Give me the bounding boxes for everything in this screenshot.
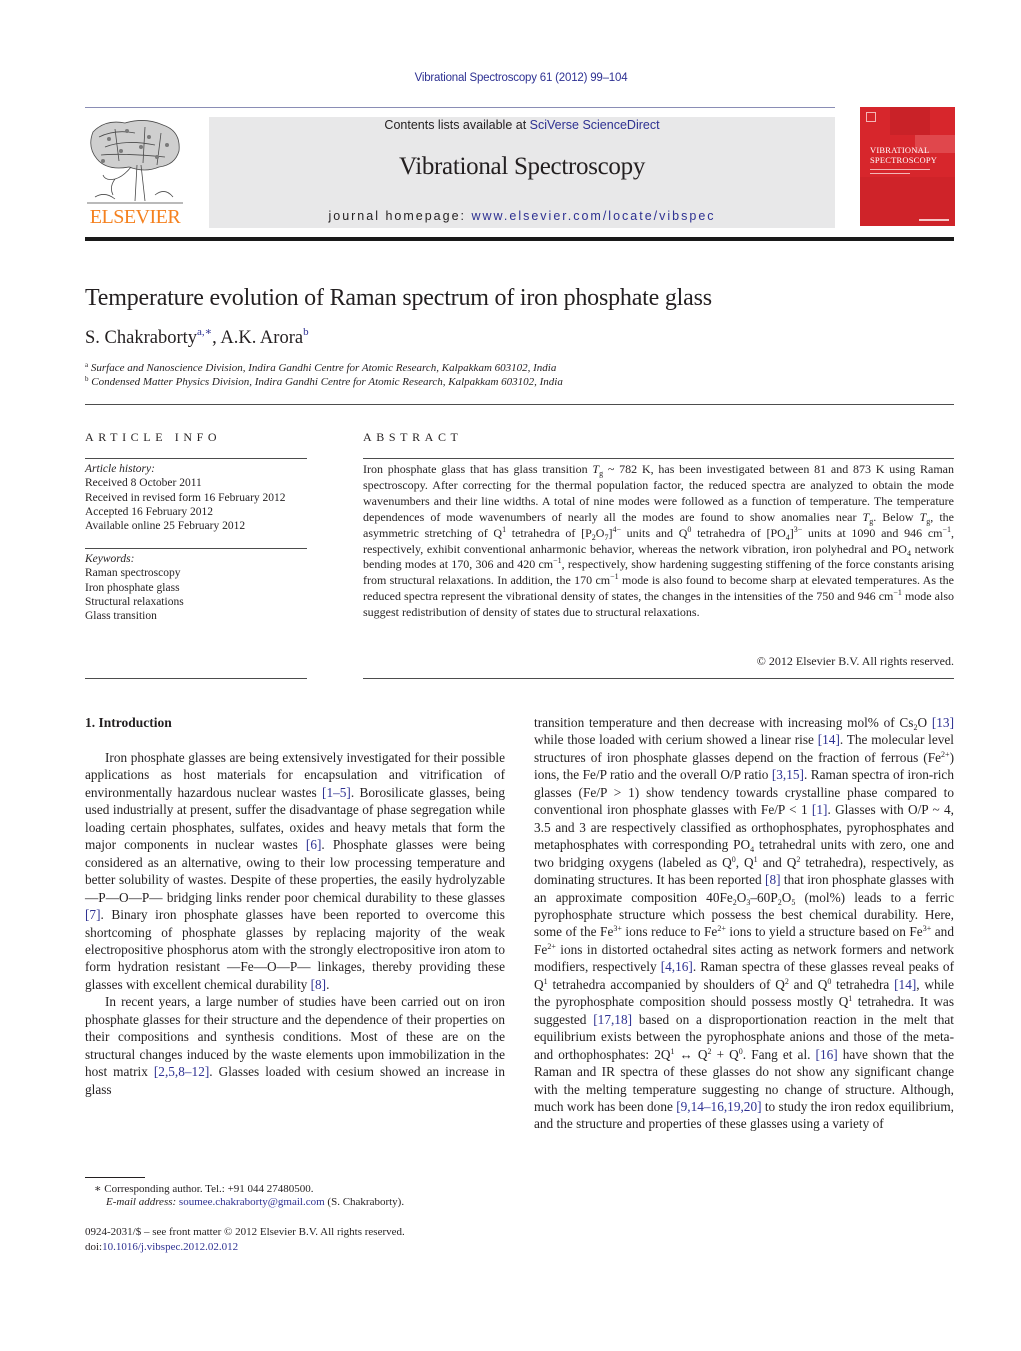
cover-emblem-icon [866,112,876,122]
cover-subtitle-line [870,173,910,174]
citation-link[interactable]: [6] [306,837,322,852]
paragraph-continued: transition temperature and then decrease… [534,715,955,1132]
citation-link[interactable]: [13] [932,715,954,730]
header-rule [85,107,835,108]
citation-link[interactable]: [1–5] [322,785,351,800]
email-note: E-mail address: soumee.chakraborty@gmail… [106,1196,405,1208]
citation-link[interactable]: [9,14–16,19,20] [676,1099,761,1114]
citation-link[interactable]: [1] [812,802,828,817]
citation-link[interactable]: [8] [311,977,327,992]
info-rule [85,548,307,549]
citation-link[interactable]: [8] [765,872,781,887]
journal-homepage-link[interactable]: www.elsevier.com/locate/vibspec [472,209,716,223]
article-title: Temperature evolution of Raman spectrum … [85,285,712,311]
cover-subtitle-line [870,169,930,170]
author-marks[interactable]: a,∗ [197,326,212,338]
elsevier-logo[interactable]: ELSEVIER [85,117,185,229]
header-thick-rule [85,237,954,241]
history-item: Available online 25 February 2012 [85,520,246,533]
cover-block [890,107,930,135]
doi-line: doi:10.1016/j.vibspec.2012.02.012 [85,1241,239,1253]
body-column-right: transition temperature and then decrease… [534,714,954,1133]
elsevier-tree-icon [87,120,183,204]
abstract-rule [363,458,954,459]
footnote-rule [85,1177,145,1178]
keyword: Structural relaxations [85,595,184,608]
article-info-heading: ARTICLE INFO [85,430,222,444]
keywords: Keywords: Raman spectroscopy Iron phosph… [85,553,184,623]
info-rule [85,458,307,459]
doi-link[interactable]: 10.1016/j.vibspec.2012.02.012 [102,1241,238,1253]
sciencedirect-link[interactable]: SciVerse ScienceDirect [530,118,660,132]
journal-homepage: journal homepage: www.elsevier.com/locat… [328,209,716,223]
citation-link[interactable]: [2,5,8–12] [154,1064,209,1079]
citation-link[interactable]: [3,15] [772,767,804,782]
info-rule [85,678,307,679]
journal-citation[interactable]: Vibrational Spectroscopy 61 (2012) 99–10… [0,72,1021,84]
citation-link[interactable]: [17,18] [593,1012,632,1027]
abstract-text: Iron phosphate glass that has glass tran… [363,462,955,620]
history-item: Accepted 16 February 2012 [85,505,214,518]
cover-title: VIBRATIONAL SPECTROSCOPY [870,145,938,165]
paragraph: In recent years, a large number of studi… [85,994,505,1097]
citation-link[interactable]: [14] [894,977,916,992]
author-name[interactable]: A.K. Arora [220,328,303,348]
citation-link[interactable]: [14] [818,732,840,747]
abstract-copyright: © 2012 Elsevier B.V. All rights reserved… [756,654,954,668]
corresponding-author-note: ∗ Corresponding author. Tel.: +91 044 27… [94,1183,314,1195]
keyword: Glass transition [85,610,157,623]
issn-line: 0924-2031/$ – see front matter © 2012 El… [85,1226,405,1238]
journal-citation-link[interactable]: Vibrational Spectroscopy 61 (2012) 99–10… [415,72,628,84]
cover-footer [919,219,949,221]
journal-cover[interactable]: VIBRATIONAL SPECTROSCOPY [860,107,955,226]
history-item: Received in revised form 16 February 201… [85,491,286,504]
article-history: Article history: Received 8 October 2011… [85,463,286,533]
keyword: Iron phosphate glass [85,581,180,594]
contents-line: Contents lists available at SciVerse Sci… [384,118,660,132]
journal-banner: Contents lists available at SciVerse Sci… [209,117,835,228]
abstract-bottom-rule [363,678,954,679]
citation-link[interactable]: [16] [816,1047,838,1062]
title-rule [85,404,954,405]
paragraph: Iron phosphate glasses are being extensi… [85,750,505,992]
email-link[interactable]: soumee.chakraborty@gmail.com [179,1196,325,1208]
history-item: Received 8 October 2011 [85,477,202,490]
body-column-left: Iron phosphate glasses are being extensi… [85,749,505,1097]
author-marks[interactable]: b [303,326,309,338]
author-name[interactable]: S. Chakraborty [85,328,197,348]
elsevier-wordmark: ELSEVIER [89,206,181,228]
author-list: S. Chakrabortya,∗, A.K. Arorab [85,326,309,349]
affiliation: a Surface and Nanoscience Division, Indi… [85,361,557,374]
keyword: Raman spectroscopy [85,567,181,580]
journal-title: Vibrational Spectroscopy [398,153,646,180]
abstract-heading: ABSTRACT [363,430,463,444]
section-heading-introduction: 1. Introduction [85,715,172,730]
affiliation: b Condensed Matter Physics Division, Ind… [85,375,563,388]
citation-link[interactable]: [7] [85,907,101,922]
citation-link[interactable]: [4,16] [661,959,693,974]
